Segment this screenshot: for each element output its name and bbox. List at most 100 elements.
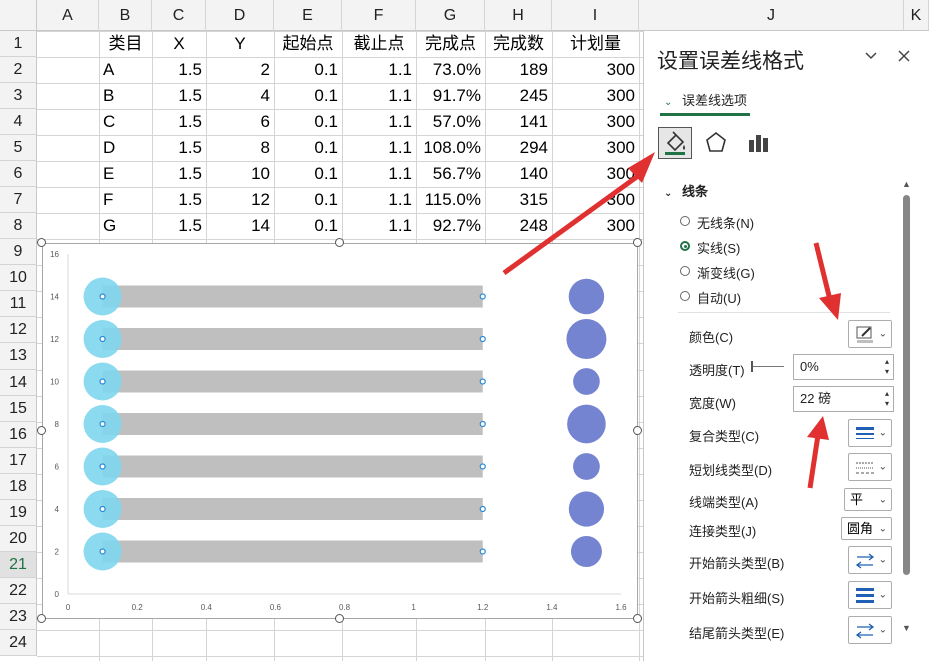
row-header-14[interactable]: 14 <box>0 369 37 396</box>
data-cell[interactable]: 0.1 <box>274 57 342 83</box>
chart-handle-ml[interactable] <box>37 426 46 435</box>
data-cell[interactable]: 300 <box>552 83 639 109</box>
data-cell[interactable]: 1.1 <box>342 135 416 161</box>
column-title-cell[interactable]: Y <box>206 31 274 57</box>
column-title-cell[interactable]: 完成数 <box>485 31 552 57</box>
column-header-k[interactable]: K <box>904 0 929 31</box>
data-cell[interactable]: 0.1 <box>274 83 342 109</box>
data-cell[interactable]: 140 <box>485 161 552 187</box>
radio-no-line[interactable]: 无线条(N) <box>680 213 880 233</box>
data-cell[interactable]: 1.5 <box>152 57 206 83</box>
data-cell[interactable]: 1.5 <box>152 213 206 239</box>
join-type-dropdown[interactable]: 圆角 ⌄ <box>841 517 892 540</box>
row-header-23[interactable]: 23 <box>0 603 37 630</box>
data-cell[interactable]: 6 <box>206 109 274 135</box>
row-header-9[interactable]: 9 <box>0 239 37 266</box>
data-cell[interactable]: 1.5 <box>152 83 206 109</box>
data-cell[interactable]: 300 <box>552 135 639 161</box>
data-cell[interactable]: C <box>99 109 152 135</box>
pane-scrollbar[interactable]: ▲ ▼ <box>902 179 911 659</box>
row-header-10[interactable]: 10 <box>0 265 37 292</box>
radio-auto[interactable]: 自动(U) <box>680 288 880 308</box>
scroll-thumb[interactable] <box>903 195 910 575</box>
data-cell[interactable]: 0.1 <box>274 187 342 213</box>
data-cell[interactable]: D <box>99 135 152 161</box>
data-cell[interactable]: 1.1 <box>342 57 416 83</box>
tab-error-bar-options[interactable]: ⌄ 误差线选项 <box>664 90 747 109</box>
data-cell[interactable]: 300 <box>552 213 639 239</box>
data-cell[interactable]: 294 <box>485 135 552 161</box>
column-header-i[interactable]: I <box>552 0 639 31</box>
select-all-corner[interactable] <box>0 0 37 31</box>
compound-type-dropdown[interactable]: ⌄ <box>848 419 892 447</box>
column-header-d[interactable]: D <box>206 0 274 31</box>
data-cell[interactable]: 8 <box>206 135 274 161</box>
data-cell[interactable]: 91.7% <box>416 83 485 109</box>
chart-area[interactable]: 0 0.2 0.4 0.6 0.8 1 1.2 1.4 1.6 0 2 4 6 8 10 12 14 16 <box>42 243 638 619</box>
chart-handle-tr[interactable] <box>633 238 642 247</box>
data-cell[interactable]: 2 <box>206 57 274 83</box>
scroll-down-icon[interactable]: ▼ <box>902 623 911 633</box>
data-cell[interactable]: 300 <box>552 161 639 187</box>
data-cell[interactable]: 141 <box>485 109 552 135</box>
scroll-up-icon[interactable]: ▲ <box>902 179 911 189</box>
data-cell[interactable]: 57.0% <box>416 109 485 135</box>
transparency-input[interactable]: 0% ▴ ▾ <box>793 354 894 380</box>
data-cell[interactable]: 12 <box>206 187 274 213</box>
row-header-4[interactable]: 4 <box>0 109 37 136</box>
chart-handle-br[interactable] <box>633 614 642 623</box>
row-header-3[interactable]: 3 <box>0 83 37 110</box>
color-picker-button[interactable]: ⌄ <box>848 320 892 348</box>
effects-tab[interactable] <box>700 127 734 159</box>
data-cell[interactable]: 0.1 <box>274 213 342 239</box>
column-title-cell[interactable]: 计划量 <box>552 31 639 57</box>
begin-arrow-type-dropdown[interactable]: ⌄ <box>848 546 892 574</box>
width-input[interactable]: 22 磅 ▴ ▾ <box>793 386 894 412</box>
data-cell[interactable]: 1.1 <box>342 161 416 187</box>
column-header-g[interactable]: G <box>416 0 485 31</box>
data-cell[interactable]: 73.0% <box>416 57 485 83</box>
data-cell[interactable]: 189 <box>485 57 552 83</box>
column-title-cell[interactable]: X <box>152 31 206 57</box>
row-header-17[interactable]: 17 <box>0 447 37 474</box>
row-header-18[interactable]: 18 <box>0 473 37 500</box>
data-cell[interactable]: 315 <box>485 187 552 213</box>
column-header-f[interactable]: F <box>342 0 416 31</box>
chart-handle-mr[interactable] <box>633 426 642 435</box>
column-title-cell[interactable]: 起始点 <box>274 31 342 57</box>
row-header-12[interactable]: 12 <box>0 317 37 344</box>
column-header-a[interactable]: A <box>37 0 99 31</box>
end-arrow-type-dropdown[interactable]: ⌄ <box>848 616 892 644</box>
row-header-6[interactable]: 6 <box>0 161 37 188</box>
data-cell[interactable]: 1.5 <box>152 187 206 213</box>
data-cell[interactable]: 1.5 <box>152 135 206 161</box>
row-header-24[interactable]: 24 <box>0 629 37 656</box>
cap-type-dropdown[interactable]: 平 ⌄ <box>844 488 892 511</box>
begin-arrow-size-dropdown[interactable]: ⌄ <box>848 581 892 609</box>
data-cell[interactable]: 1.1 <box>342 83 416 109</box>
row-header-7[interactable]: 7 <box>0 187 37 214</box>
data-cell[interactable]: E <box>99 161 152 187</box>
data-cell[interactable]: 248 <box>485 213 552 239</box>
data-cell[interactable]: 245 <box>485 83 552 109</box>
data-cell[interactable]: G <box>99 213 152 239</box>
data-cell[interactable]: 300 <box>552 57 639 83</box>
row-header-22[interactable]: 22 <box>0 577 37 604</box>
slider-thumb[interactable] <box>751 361 753 372</box>
column-title-cell[interactable]: 类目 <box>99 31 152 57</box>
chart-handle-bl[interactable] <box>37 614 46 623</box>
radio-dot[interactable] <box>680 266 690 276</box>
data-cell[interactable]: B <box>99 83 152 109</box>
data-cell[interactable]: 10 <box>206 161 274 187</box>
column-title-cell[interactable]: 截止点 <box>342 31 416 57</box>
data-cell[interactable]: 300 <box>552 109 639 135</box>
chart-handle-bm[interactable] <box>335 614 344 623</box>
row-header-8[interactable]: 8 <box>0 213 37 240</box>
row-header-2[interactable]: 2 <box>0 57 37 84</box>
data-cell[interactable]: 0.1 <box>274 109 342 135</box>
transparency-slider[interactable] <box>751 361 784 372</box>
dash-type-dropdown[interactable]: ⌄ <box>848 453 892 481</box>
options-tab[interactable] <box>742 127 776 159</box>
radio-dot[interactable] <box>680 241 690 251</box>
data-cell[interactable]: 0.1 <box>274 161 342 187</box>
